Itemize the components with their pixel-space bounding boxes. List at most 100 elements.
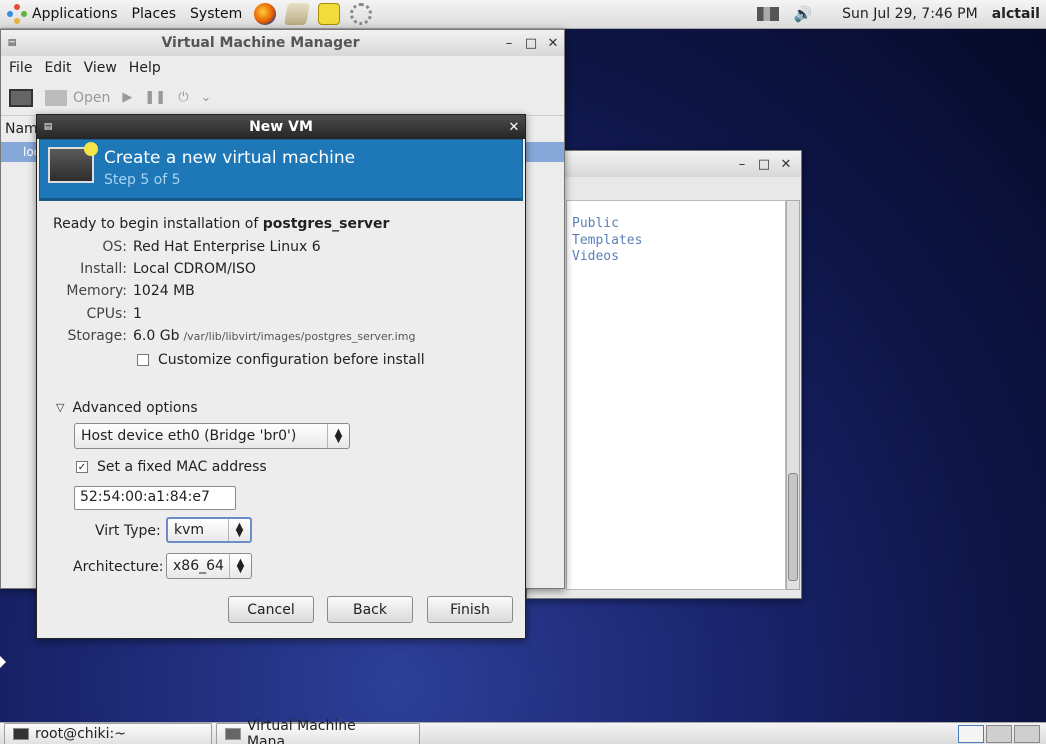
places-menu[interactable]: Places	[125, 6, 184, 22]
updown-icon: ▲ ▼	[228, 519, 250, 541]
updown-icon: ▲ ▼	[327, 424, 349, 448]
run-icon[interactable]: ▶	[122, 90, 132, 105]
dialog-banner: Create a new virtual machine Step 5 of 5	[40, 140, 522, 200]
network-select[interactable]: Host device eth0 (Bridge 'br0') ▲ ▼	[74, 423, 350, 449]
notes-icon[interactable]	[318, 3, 341, 25]
workspace-1[interactable]	[958, 724, 984, 743]
top-panel: Applications Places System 🔊 Sun Jul 29,…	[0, 0, 1046, 29]
detail-value: 1	[133, 305, 142, 322]
detail-label: Install:	[80, 260, 127, 277]
settings-icon[interactable]	[350, 3, 373, 25]
expander-triangle-icon[interactable]: ▽	[56, 401, 64, 414]
storage-label: Storage:	[67, 328, 128, 345]
system-menu[interactable]: System	[183, 6, 249, 22]
open-label: Open	[73, 89, 111, 106]
open-button[interactable]: Open	[45, 89, 111, 106]
menu-view[interactable]: View	[78, 60, 123, 76]
task-label: Virtual Machine Mana...	[246, 717, 356, 744]
vmm-toolbar: Open ▶ ❚❚ ⏻ ⌄	[1, 80, 564, 116]
minimize-icon[interactable]: –	[731, 157, 753, 172]
maximize-icon[interactable]: □	[520, 36, 542, 51]
applications-menu[interactable]: Applications	[0, 4, 125, 24]
virt-type-label: Virt Type:	[95, 523, 161, 540]
vmm-icon	[225, 727, 241, 740]
folder-item[interactable]: Templates	[572, 233, 780, 250]
mouse-cursor	[0, 656, 6, 668]
arch-value: x86_64	[173, 558, 224, 574]
arch-select[interactable]: x86_64 ▲ ▼	[166, 553, 252, 579]
menu-file[interactable]: File	[3, 60, 38, 76]
customize-row[interactable]: Customize configuration before install	[53, 348, 525, 370]
terminal-icon	[13, 727, 29, 740]
vm-name: postgres_server	[262, 216, 390, 233]
window-menu-icon[interactable]: ▤	[1, 38, 23, 48]
files-content: Public Templates Videos	[566, 200, 786, 590]
vmm-titlebar: ▤ Virtual Machine Manager – □ ✕	[1, 30, 564, 56]
new-vm-icon[interactable]	[9, 88, 33, 107]
scrollbar-thumb[interactable]	[788, 473, 798, 581]
detail-row: Install: Local CDROM/ISO	[53, 258, 525, 280]
star-icon	[84, 142, 98, 156]
workspace-3[interactable]	[1014, 724, 1040, 743]
advanced-label[interactable]: Advanced options	[72, 400, 197, 416]
customize-checkbox[interactable]	[137, 353, 149, 366]
files-titlebar: – □ ✕	[527, 151, 801, 177]
minimize-icon[interactable]: –	[498, 36, 520, 51]
finish-button[interactable]: Finish	[427, 596, 513, 623]
volume-icon[interactable]: 🔊	[793, 5, 812, 23]
arch-label: Architecture:	[73, 559, 164, 576]
banner-step: Step 5 of 5	[104, 172, 181, 188]
vmm-title: Virtual Machine Manager	[161, 35, 360, 51]
mac-row[interactable]: ✓ Set a fixed MAC address	[76, 456, 267, 478]
vm-monitor-icon	[48, 142, 98, 183]
network-value: Host device eth0 (Bridge 'br0')	[81, 428, 297, 444]
bottom-panel: root@chiki:~ Virtual Machine Mana...	[0, 718, 1046, 744]
mac-checkbox[interactable]: ✓	[76, 461, 88, 474]
close-icon[interactable]: ✕	[775, 157, 797, 172]
ready-prefix: Ready to begin installation of	[53, 216, 263, 233]
detail-label: OS:	[102, 238, 127, 255]
dialog-title: New VM	[249, 119, 313, 135]
back-button[interactable]: Back	[327, 596, 413, 623]
virt-type-select[interactable]: kvm ▲ ▼	[166, 517, 252, 543]
taskbar-terminal[interactable]: root@chiki:~	[4, 722, 212, 744]
workspace-2[interactable]	[986, 724, 1012, 743]
user-menu[interactable]: alctail	[992, 6, 1040, 22]
shutdown-icon[interactable]: ⏻	[178, 90, 188, 105]
close-icon[interactable]: ✕	[542, 36, 564, 51]
monitor-icon	[45, 89, 67, 106]
updown-icon: ▲ ▼	[229, 554, 251, 578]
chevron-down-icon[interactable]: ⌄	[201, 90, 212, 105]
mac-checkbox-label[interactable]: Set a fixed MAC address	[97, 459, 267, 475]
folder-item[interactable]: Public	[572, 216, 780, 233]
storage-row: Storage: 6.0 Gb /var/lib/libvirt/images/…	[53, 325, 525, 347]
taskbar-vmm[interactable]: Virtual Machine Mana...	[216, 718, 420, 744]
vmm-menubar: File Edit View Help	[1, 56, 564, 80]
files-scrollbar[interactable]	[786, 200, 800, 590]
pause-icon[interactable]: ❚❚	[144, 90, 166, 105]
mail-icon[interactable]	[284, 3, 311, 25]
clock[interactable]: Sun Jul 29, 7:46 PM	[842, 6, 978, 22]
virt-type-row: Virt Type:	[95, 520, 161, 542]
banner-title: Create a new virtual machine	[104, 148, 356, 168]
customize-label[interactable]: Customize configuration before install	[158, 352, 425, 368]
detail-label: CPUs:	[86, 305, 127, 322]
folder-item[interactable]: Videos	[572, 249, 780, 266]
dialog-body: Ready to begin installation of postgres_…	[37, 201, 525, 419]
advanced-expander[interactable]: ▽ Advanced options	[53, 397, 525, 419]
files-window: – □ ✕ Public Templates Videos	[526, 150, 802, 599]
close-icon[interactable]: ✕	[503, 120, 525, 135]
column-name[interactable]: Nam	[5, 121, 38, 137]
window-menu-icon[interactable]: ▤	[37, 122, 59, 132]
network-icon[interactable]	[757, 7, 780, 21]
arch-row: Architecture:	[73, 556, 163, 578]
maximize-icon[interactable]: □	[753, 157, 775, 172]
cancel-button[interactable]: Cancel	[228, 596, 314, 623]
menu-help[interactable]: Help	[123, 60, 167, 76]
applications-label: Applications	[32, 6, 118, 22]
firefox-icon[interactable]	[254, 3, 277, 25]
detail-row: CPUs: 1	[53, 303, 525, 325]
mac-address-input[interactable]: 52:54:00:a1:84:e7	[74, 486, 236, 510]
applications-icon	[7, 4, 27, 24]
menu-edit[interactable]: Edit	[38, 60, 77, 76]
